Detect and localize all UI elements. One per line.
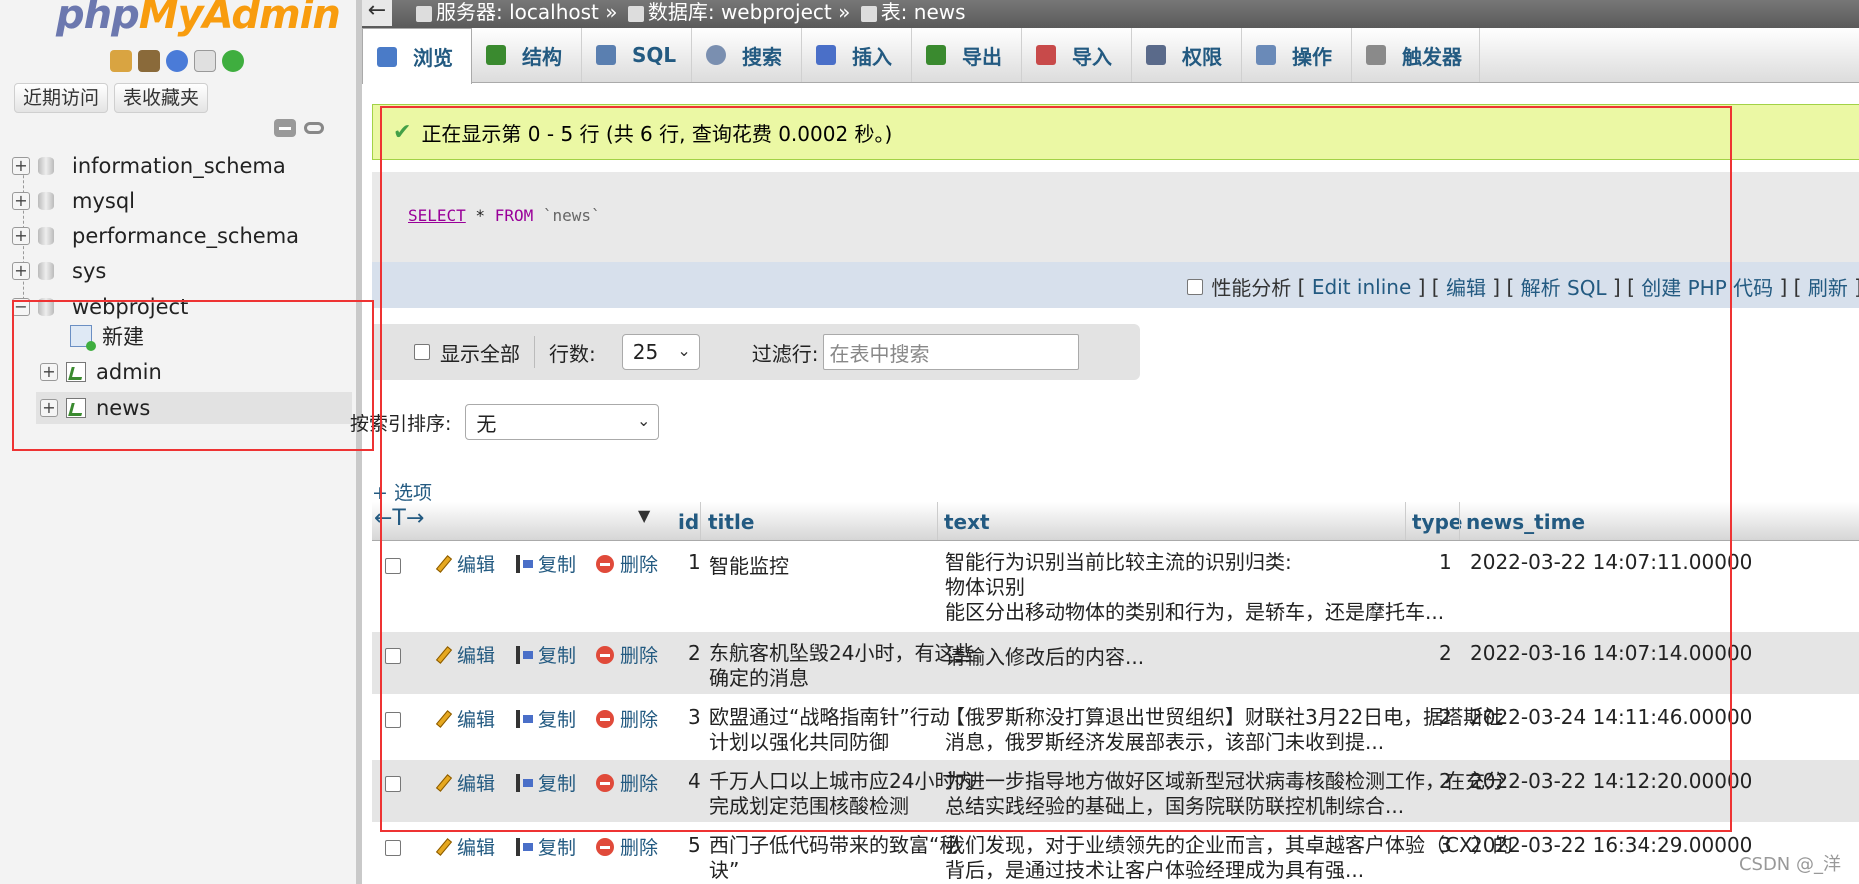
server-icon: [416, 5, 432, 22]
search-icon: [706, 45, 726, 65]
help-icon[interactable]: [166, 50, 188, 72]
db-item-mysql[interactable]: + mysql: [12, 184, 135, 218]
tab-browse[interactable]: 浏览: [362, 28, 472, 84]
cell-type[interactable]: 3: [1439, 833, 1452, 857]
watermark: CSDN @_洋: [1738, 854, 1841, 875]
db-item-sys[interactable]: + sys: [12, 254, 106, 288]
delete-icon: [596, 837, 614, 856]
db-name[interactable]: information_schema: [72, 154, 286, 178]
db-name[interactable]: mysql: [72, 189, 135, 213]
annotation-highlight-box: [380, 106, 1732, 832]
tab-structure[interactable]: 结构: [472, 28, 582, 82]
database-icon: [38, 227, 54, 245]
table-icon: [860, 5, 877, 22]
tab-export[interactable]: 导出: [912, 28, 1022, 82]
database-icon: [627, 5, 644, 22]
cell-news-time[interactable]: 2022-03-22 16:34:29.00000: [1470, 833, 1752, 857]
tab-import[interactable]: 导入: [1022, 28, 1132, 82]
database-icon: [38, 192, 54, 210]
delete-row-button[interactable]: 删除: [596, 833, 658, 860]
expand-icon[interactable]: +: [12, 227, 30, 245]
cell-id[interactable]: 5: [688, 833, 701, 857]
breadcrumb: 服务器: localhost » 数据库: webproject » 表: ne…: [412, 0, 966, 24]
main-content: ← 服务器: localhost » 数据库: webproject » 表: …: [350, 0, 1859, 884]
collapse-all-icon[interactable]: [274, 119, 296, 137]
db-name[interactable]: performance_schema: [72, 224, 299, 248]
home-icon[interactable]: [110, 50, 132, 72]
docs-icon[interactable]: [194, 50, 216, 72]
link-with-main-icon[interactable]: [304, 122, 324, 134]
database-icon: [38, 262, 54, 280]
structure-icon: [486, 45, 506, 65]
export-icon: [926, 45, 946, 65]
breadcrumb-table[interactable]: 表: news: [881, 0, 966, 24]
phpmyadmin-logo[interactable]: phpMyAdmin: [56, 0, 341, 38]
tab-operations[interactable]: 操作: [1242, 28, 1352, 82]
edit-row-button[interactable]: 编辑: [435, 833, 495, 860]
tab-insert[interactable]: 插入: [802, 28, 912, 82]
breadcrumb-server[interactable]: 服务器: localhost: [436, 0, 599, 24]
tab-triggers[interactable]: 触发器: [1352, 28, 1480, 82]
tab-sql[interactable]: SQL: [582, 28, 692, 82]
db-name[interactable]: sys: [72, 259, 106, 283]
recent-tables-tab[interactable]: 近期访问: [14, 83, 109, 113]
copy-row-button[interactable]: 复制: [514, 833, 576, 860]
table-row: 编辑 复制 删除 5 西门子低代码带来的致富“秘 诀” 我们发现，对于业绩领先的企…: [372, 824, 1859, 884]
browse-icon: [377, 46, 397, 67]
database-icon: [38, 157, 54, 175]
annotation-highlight-box: [12, 300, 374, 451]
operations-icon: [1256, 45, 1276, 65]
refresh-link[interactable]: 刷新: [1808, 272, 1848, 301]
cell-text[interactable]: 我们发现，对于业绩领先的企业而言，其卓越客户体验（CX）的 背后，是通过技术让客户…: [945, 833, 1513, 883]
exit-icon[interactable]: [138, 50, 160, 72]
expand-icon[interactable]: +: [12, 262, 30, 280]
triggers-icon: [1366, 45, 1386, 65]
import-icon: [1036, 45, 1056, 65]
tab-search[interactable]: 搜索: [692, 28, 802, 82]
expand-icon[interactable]: +: [12, 157, 30, 175]
breadcrumb-database[interactable]: 数据库: webproject: [648, 0, 832, 24]
back-arrow-icon[interactable]: ←: [362, 0, 392, 26]
sql-icon: [596, 45, 616, 65]
sidebar-quick-icons: [110, 50, 244, 72]
db-item-information-schema[interactable]: + information_schema: [12, 149, 286, 183]
tab-privileges[interactable]: 权限: [1132, 28, 1242, 82]
privileges-icon: [1146, 45, 1166, 65]
table-tabs: 浏览 结构 SQL 搜索 插入 导出 导入 权限 操作 触发器: [362, 28, 1859, 84]
navigation-sidebar: phpMyAdmin 近期访问 表收藏夹 + information_schem…: [0, 0, 374, 884]
reload-icon[interactable]: [222, 50, 244, 72]
insert-icon: [816, 45, 836, 65]
pencil-icon: [435, 838, 453, 856]
copy-icon: [514, 837, 534, 856]
cell-title[interactable]: 西门子低代码带来的致富“秘 诀”: [709, 833, 959, 883]
expand-icon[interactable]: +: [12, 192, 30, 210]
breadcrumb-bar: ← 服务器: localhost » 数据库: webproject » 表: …: [362, 0, 1859, 28]
row-checkbox[interactable]: [385, 840, 401, 856]
db-item-performance-schema[interactable]: + performance_schema: [12, 219, 299, 253]
favorite-tables-tab[interactable]: 表收藏夹: [114, 83, 209, 113]
